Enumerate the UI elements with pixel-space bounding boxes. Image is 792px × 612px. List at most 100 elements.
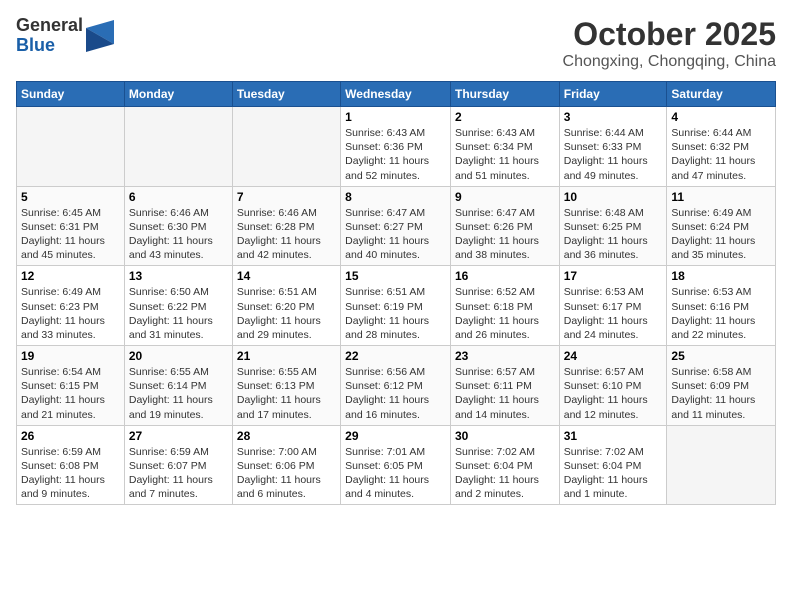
- calendar-cell: 9Sunrise: 6:47 AM Sunset: 6:26 PM Daylig…: [450, 186, 559, 266]
- day-number: 30: [455, 429, 555, 443]
- calendar-cell: 7 Sunrise: 6:46 AM Sunset: 6:28 PM Daylig…: [232, 186, 340, 266]
- weekday-header-wednesday: Wednesday: [341, 82, 451, 107]
- calendar-table: SundayMondayTuesdayWednesdayThursdayFrid…: [16, 81, 776, 505]
- weekday-header-tuesday: Tuesday: [232, 82, 340, 107]
- calendar-week-row: 26Sunrise: 6:59 AM Sunset: 6:08 PM Dayli…: [17, 425, 776, 505]
- calendar-week-row: 12 Sunrise: 6:49 AM Sunset: 6:23 PM Dayli…: [17, 266, 776, 346]
- calendar-cell: 26Sunrise: 6:59 AM Sunset: 6:08 PM Dayli…: [17, 425, 125, 505]
- day-number: 25: [671, 349, 771, 363]
- calendar-cell: [17, 107, 125, 187]
- calendar-cell: 18 Sunrise: 6:53 AM Sunset: 6:16 PM Dayli…: [667, 266, 776, 346]
- day-info: Sunrise: 6:49 AM Sunset: 6:23 PM Dayligh…: [21, 285, 120, 342]
- calendar-cell: 3 Sunrise: 6:44 AM Sunset: 6:33 PM Daylig…: [559, 107, 667, 187]
- day-info: Sunrise: 6:56 AM Sunset: 6:12 PM Dayligh…: [345, 365, 446, 422]
- calendar-cell: 1Sunrise: 6:43 AM Sunset: 6:36 PM Daylig…: [341, 107, 451, 187]
- calendar-cell: 25 Sunrise: 6:58 AM Sunset: 6:09 PM Dayli…: [667, 346, 776, 426]
- day-info: Sunrise: 6:57 AM Sunset: 6:11 PM Dayligh…: [455, 365, 555, 422]
- calendar-cell: 15Sunrise: 6:51 AM Sunset: 6:19 PM Dayli…: [341, 266, 451, 346]
- calendar-cell: 22 Sunrise: 6:56 AM Sunset: 6:12 PM Dayli…: [341, 346, 451, 426]
- calendar-cell: 23 Sunrise: 6:57 AM Sunset: 6:11 PM Dayli…: [450, 346, 559, 426]
- day-number: 6: [129, 190, 228, 204]
- day-number: 11: [671, 190, 771, 204]
- calendar-cell: [124, 107, 232, 187]
- calendar-cell: 29 Sunrise: 7:01 AM Sunset: 6:05 PM Dayli…: [341, 425, 451, 505]
- weekday-header-monday: Monday: [124, 82, 232, 107]
- day-info: Sunrise: 6:44 AM Sunset: 6:33 PM Dayligh…: [564, 126, 663, 183]
- day-info: Sunrise: 6:50 AM Sunset: 6:22 PM Dayligh…: [129, 285, 228, 342]
- calendar-week-row: 19 Sunrise: 6:54 AM Sunset: 6:15 PM Dayli…: [17, 346, 776, 426]
- day-info: Sunrise: 6:47 AM Sunset: 6:27 PM Dayligh…: [345, 206, 446, 263]
- calendar-cell: 20 Sunrise: 6:55 AM Sunset: 6:14 PM Dayli…: [124, 346, 232, 426]
- day-info: Sunrise: 6:53 AM Sunset: 6:16 PM Dayligh…: [671, 285, 771, 342]
- calendar-cell: 4 Sunrise: 6:44 AM Sunset: 6:32 PM Daylig…: [667, 107, 776, 187]
- calendar-cell: 11 Sunrise: 6:49 AM Sunset: 6:24 PM Dayli…: [667, 186, 776, 266]
- day-number: 3: [564, 110, 663, 124]
- day-info: Sunrise: 6:55 AM Sunset: 6:14 PM Dayligh…: [129, 365, 228, 422]
- day-number: 5: [21, 190, 120, 204]
- calendar-cell: 12 Sunrise: 6:49 AM Sunset: 6:23 PM Dayli…: [17, 266, 125, 346]
- day-info: Sunrise: 6:46 AM Sunset: 6:28 PM Dayligh…: [237, 206, 336, 263]
- calendar-cell: 14 Sunrise: 6:51 AM Sunset: 6:20 PM Dayli…: [232, 266, 340, 346]
- logo-icon: [86, 20, 114, 52]
- location-subtitle: Chongxing, Chongqing, China: [563, 53, 776, 71]
- calendar-header: SundayMondayTuesdayWednesdayThursdayFrid…: [17, 82, 776, 107]
- day-info: Sunrise: 7:02 AM Sunset: 6:04 PM Dayligh…: [564, 445, 663, 502]
- day-info: Sunrise: 6:58 AM Sunset: 6:09 PM Dayligh…: [671, 365, 771, 422]
- day-info: Sunrise: 6:47 AM Sunset: 6:26 PM Dayligh…: [455, 206, 555, 263]
- calendar-cell: 27 Sunrise: 6:59 AM Sunset: 6:07 PM Dayli…: [124, 425, 232, 505]
- day-number: 8: [345, 190, 446, 204]
- weekday-header-saturday: Saturday: [667, 82, 776, 107]
- day-info: Sunrise: 6:59 AM Sunset: 6:08 PM Dayligh…: [21, 445, 120, 502]
- day-info: Sunrise: 6:51 AM Sunset: 6:20 PM Dayligh…: [237, 285, 336, 342]
- calendar-cell: 13Sunrise: 6:50 AM Sunset: 6:22 PM Dayli…: [124, 266, 232, 346]
- calendar-cell: [667, 425, 776, 505]
- day-number: 22: [345, 349, 446, 363]
- calendar-cell: 2 Sunrise: 6:43 AM Sunset: 6:34 PM Daylig…: [450, 107, 559, 187]
- day-info: Sunrise: 6:45 AM Sunset: 6:31 PM Dayligh…: [21, 206, 120, 263]
- title-section: October 2025 Chongxing, Chongqing, China: [563, 16, 776, 71]
- month-title: October 2025: [563, 16, 776, 53]
- day-info: Sunrise: 6:43 AM Sunset: 6:34 PM Dayligh…: [455, 126, 555, 183]
- day-info: Sunrise: 7:02 AM Sunset: 6:04 PM Dayligh…: [455, 445, 555, 502]
- weekday-header-thursday: Thursday: [450, 82, 559, 107]
- day-number: 7: [237, 190, 336, 204]
- calendar-cell: 28 Sunrise: 7:00 AM Sunset: 6:06 PM Dayli…: [232, 425, 340, 505]
- weekday-header-friday: Friday: [559, 82, 667, 107]
- day-number: 29: [345, 429, 446, 443]
- day-info: Sunrise: 7:00 AM Sunset: 6:06 PM Dayligh…: [237, 445, 336, 502]
- day-info: Sunrise: 6:59 AM Sunset: 6:07 PM Dayligh…: [129, 445, 228, 502]
- calendar-cell: 17Sunrise: 6:53 AM Sunset: 6:17 PM Dayli…: [559, 266, 667, 346]
- logo-general: General: [16, 16, 83, 36]
- calendar-cell: 6 Sunrise: 6:46 AM Sunset: 6:30 PM Daylig…: [124, 186, 232, 266]
- calendar-week-row: 1Sunrise: 6:43 AM Sunset: 6:36 PM Daylig…: [17, 107, 776, 187]
- day-info: Sunrise: 6:49 AM Sunset: 6:24 PM Dayligh…: [671, 206, 771, 263]
- day-info: Sunrise: 6:57 AM Sunset: 6:10 PM Dayligh…: [564, 365, 663, 422]
- weekday-header-sunday: Sunday: [17, 82, 125, 107]
- day-number: 20: [129, 349, 228, 363]
- day-number: 23: [455, 349, 555, 363]
- day-number: 27: [129, 429, 228, 443]
- day-info: Sunrise: 6:53 AM Sunset: 6:17 PM Dayligh…: [564, 285, 663, 342]
- calendar-cell: 24Sunrise: 6:57 AM Sunset: 6:10 PM Dayli…: [559, 346, 667, 426]
- day-number: 18: [671, 269, 771, 283]
- day-number: 1: [345, 110, 446, 124]
- calendar-cell: 30 Sunrise: 7:02 AM Sunset: 6:04 PM Dayli…: [450, 425, 559, 505]
- day-number: 28: [237, 429, 336, 443]
- calendar-cell: 8 Sunrise: 6:47 AM Sunset: 6:27 PM Daylig…: [341, 186, 451, 266]
- day-number: 12: [21, 269, 120, 283]
- day-info: Sunrise: 6:44 AM Sunset: 6:32 PM Dayligh…: [671, 126, 771, 183]
- day-info: Sunrise: 6:55 AM Sunset: 6:13 PM Dayligh…: [237, 365, 336, 422]
- day-info: Sunrise: 6:48 AM Sunset: 6:25 PM Dayligh…: [564, 206, 663, 263]
- day-number: 10: [564, 190, 663, 204]
- weekday-header-row: SundayMondayTuesdayWednesdayThursdayFrid…: [17, 82, 776, 107]
- day-info: Sunrise: 6:46 AM Sunset: 6:30 PM Dayligh…: [129, 206, 228, 263]
- logo-blue: Blue: [16, 36, 83, 56]
- day-info: Sunrise: 6:54 AM Sunset: 6:15 PM Dayligh…: [21, 365, 120, 422]
- day-number: 14: [237, 269, 336, 283]
- page-header: General Blue October 2025 Chongxing, Cho…: [16, 16, 776, 71]
- day-info: Sunrise: 7:01 AM Sunset: 6:05 PM Dayligh…: [345, 445, 446, 502]
- day-number: 2: [455, 110, 555, 124]
- day-number: 4: [671, 110, 771, 124]
- day-number: 19: [21, 349, 120, 363]
- day-info: Sunrise: 6:52 AM Sunset: 6:18 PM Dayligh…: [455, 285, 555, 342]
